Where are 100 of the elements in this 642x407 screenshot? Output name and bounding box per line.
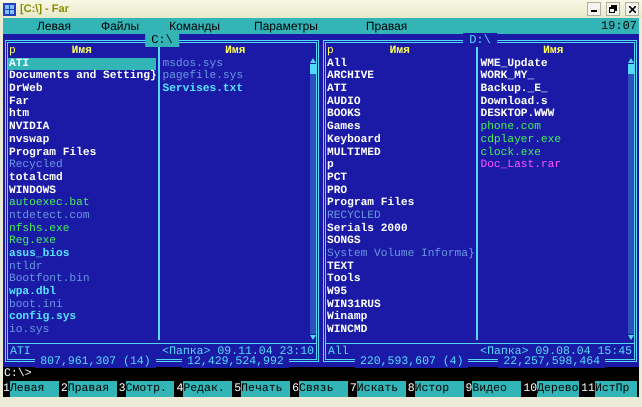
file-entry[interactable]: msdos.sys	[162, 58, 309, 70]
file-entry[interactable]: DESKTOP.WWW	[480, 108, 627, 122]
function-key[interactable]: 7Искать	[350, 381, 406, 397]
file-entry[interactable]: Serials 2000	[326, 222, 474, 236]
file-entry[interactable]: cdplayer.exe	[480, 134, 627, 146]
file-entry[interactable]: TEXT	[326, 260, 474, 274]
function-key[interactable]: 2Правая	[60, 381, 117, 397]
function-key[interactable]: 9Видео	[466, 381, 522, 397]
window-title: [C:\] - Far	[20, 3, 70, 15]
file-entry[interactable]: Bootfont.bin	[8, 273, 156, 286]
file-entry[interactable]: WIN31RUS	[326, 298, 474, 312]
free-space: 22,257,598,464	[498, 355, 606, 368]
command-prompt[interactable]: C:\>	[3, 367, 32, 381]
up-arrow-icon[interactable]	[628, 58, 634, 63]
menu-item[interactable]: Правая	[362, 19, 412, 33]
scrollbar-thumb[interactable]	[310, 64, 316, 74]
close-icon	[628, 6, 636, 12]
scrollbar-thumb[interactable]	[628, 64, 634, 74]
menu-item[interactable]: Левая	[33, 19, 75, 33]
file-entry[interactable]: htm	[8, 108, 156, 122]
file-entry[interactable]: p	[326, 159, 474, 172]
panel-path: C:\	[145, 33, 179, 47]
column-header[interactable]: Имя	[72, 45, 92, 58]
file-entry[interactable]: boot.ini	[8, 298, 156, 312]
column-header[interactable]: Имя	[390, 45, 410, 58]
function-key[interactable]: 5Печать	[234, 381, 290, 397]
restore-button[interactable]	[606, 2, 620, 16]
file-entry[interactable]: AUDIO	[326, 96, 474, 108]
file-entry[interactable]: phone.com	[480, 121, 627, 134]
file-entry[interactable]: Program Files	[8, 146, 156, 160]
sort-mark: p	[9, 45, 16, 58]
file-entry[interactable]: Servises.txt	[162, 83, 309, 96]
column-header[interactable]: Имя	[225, 45, 246, 58]
clock: 19:07	[600, 19, 638, 33]
file-entry[interactable]: ntldr	[8, 260, 156, 274]
column-header[interactable]: Имя	[543, 45, 564, 58]
file-entry[interactable]: pagefile.sys	[162, 70, 309, 84]
file-entry[interactable]: W95	[326, 286, 474, 299]
file-entry[interactable]: WINDOWS	[8, 184, 156, 198]
file-entry[interactable]: wpa.dbl	[8, 286, 156, 299]
file-entry[interactable]: All	[326, 58, 474, 70]
function-key[interactable]: 4Редак.	[176, 381, 232, 397]
panel-path: D:\	[463, 33, 497, 47]
down-arrow-icon[interactable]	[628, 335, 634, 340]
file-entry[interactable]: WORK_MY_	[480, 70, 627, 84]
minimize-button[interactable]	[587, 2, 601, 16]
restore-icon	[609, 5, 617, 13]
file-entry[interactable]: SONGS	[326, 235, 474, 248]
file-entry[interactable]: io.sys	[8, 324, 156, 337]
function-key[interactable]: 8Истор	[408, 381, 464, 397]
file-entry[interactable]: ATI	[326, 83, 474, 96]
file-entry[interactable]: Games	[326, 121, 474, 134]
file-entry[interactable]: WME_Update	[480, 58, 627, 70]
file-entry[interactable]: NVIDIA	[8, 121, 156, 134]
file-entry[interactable]: Program Files	[326, 197, 474, 210]
file-entry[interactable]: DrWeb	[8, 83, 156, 96]
file-entry[interactable]: totalcmd	[8, 172, 156, 185]
file-entry[interactable]: Recycled	[8, 159, 156, 172]
function-key[interactable]: 6Связь	[292, 381, 348, 397]
file-entry[interactable]: Keyboard	[326, 134, 474, 146]
function-key[interactable]: 11ИстПр	[581, 381, 637, 397]
menu-item[interactable]: Параметры	[250, 19, 322, 33]
function-key[interactable]: 3Смотр.	[118, 381, 174, 397]
file-entry[interactable]: MULTIMED	[326, 146, 474, 160]
total-size: 807,961,307 (14)	[35, 355, 156, 368]
file-entry[interactable]: nfshs.exe	[8, 222, 156, 236]
sort-mark: p	[327, 45, 334, 58]
file-entry[interactable]: System Volume Informa}	[326, 248, 474, 261]
free-space: 12,429,524,992	[182, 355, 289, 368]
file-entry[interactable]: Reg.exe	[8, 235, 156, 248]
file-entry[interactable]: nvswap	[8, 134, 156, 146]
file-entry[interactable]: WINCMD	[326, 324, 474, 337]
menu-item[interactable]: Команды	[165, 19, 224, 33]
up-arrow-icon[interactable]	[310, 58, 316, 63]
file-entry[interactable]: Download.s	[480, 96, 627, 108]
total-size: 220,593,607 (4)	[354, 355, 468, 368]
file-entry[interactable]: asus_bios	[8, 248, 156, 261]
file-entry[interactable]: ARCHIVE	[326, 70, 474, 84]
file-entry[interactable]: ntdetect.com	[8, 210, 156, 223]
file-entry[interactable]: autoexec.bat	[8, 197, 156, 210]
file-entry[interactable]: PRO	[326, 184, 474, 198]
file-entry[interactable]: clock.exe	[480, 146, 627, 160]
close-button[interactable]	[625, 2, 639, 16]
current-file-name: All	[328, 345, 349, 358]
file-entry[interactable]: Tools	[326, 273, 474, 286]
file-entry[interactable]: Far	[8, 96, 156, 108]
menu-item[interactable]: Файлы	[96, 19, 144, 33]
function-key[interactable]: 10Дерево	[523, 381, 580, 397]
file-entry[interactable]: Winamp	[326, 311, 474, 324]
function-key[interactable]: 1Левая	[3, 381, 59, 397]
app-icon	[3, 2, 16, 16]
file-entry[interactable]: Doc_Last.rar	[480, 159, 627, 172]
down-arrow-icon[interactable]	[310, 335, 316, 340]
file-entry[interactable]: config.sys	[8, 311, 156, 324]
file-entry[interactable]: Backup._E_	[480, 83, 627, 96]
file-entry[interactable]: Documents and Setting}	[8, 70, 156, 84]
file-entry[interactable]: RECYCLED	[326, 210, 474, 223]
file-entry[interactable]: BOOKS	[326, 108, 474, 122]
current-file-name: ATI	[10, 345, 31, 358]
file-entry[interactable]: PCT	[326, 172, 474, 185]
